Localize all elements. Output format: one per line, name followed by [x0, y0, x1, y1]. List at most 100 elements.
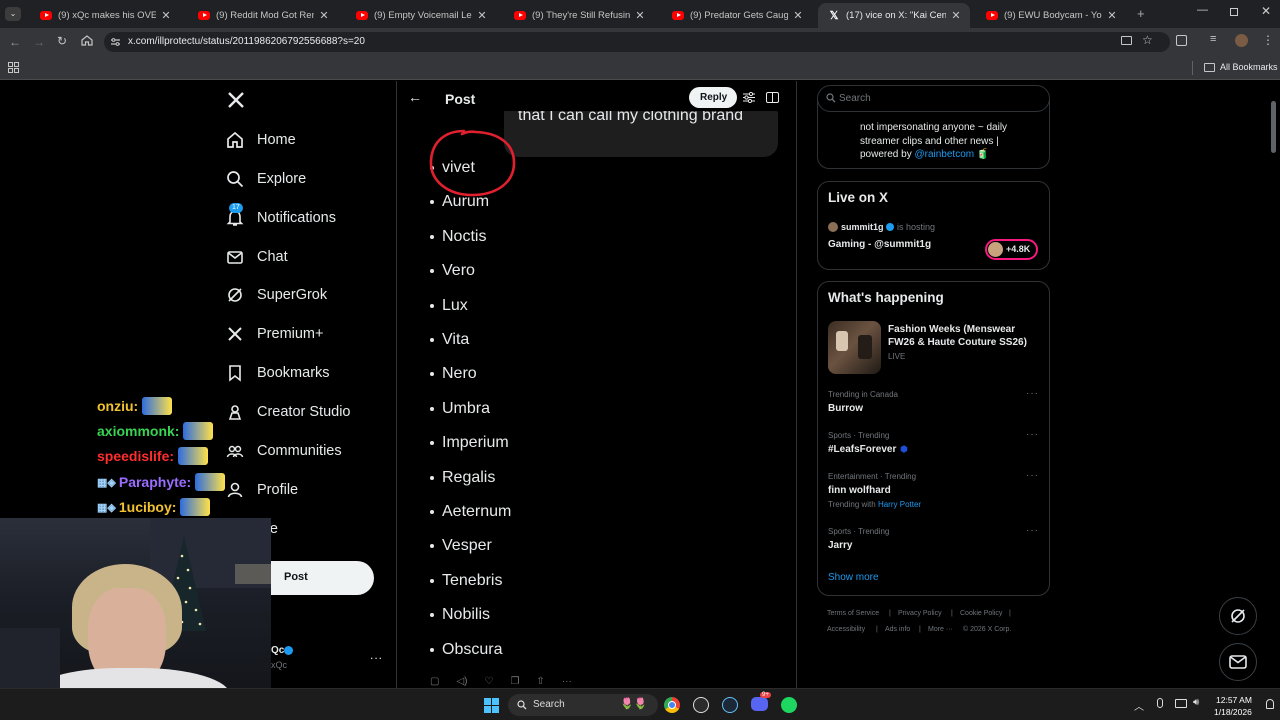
sidebar-item-profile[interactable]: Profile	[226, 478, 298, 502]
install-app-icon[interactable]	[1121, 36, 1132, 45]
tab-close-icon[interactable]: ✕	[318, 9, 330, 22]
like-icon[interactable]: ♡	[484, 676, 493, 688]
steam-icon[interactable]	[722, 697, 738, 713]
browser-tab[interactable]: 𝕏 (17) vice on X: "Kai Cenat: Israe ✕	[818, 3, 970, 28]
tab-close-icon[interactable]: ✕	[476, 9, 488, 22]
tab-close-icon[interactable]: ✕	[792, 9, 804, 22]
trend-name[interactable]: #LeafsForever	[828, 444, 896, 455]
youtube-icon	[986, 11, 998, 20]
trend-more-icon[interactable]: ···	[1026, 429, 1039, 440]
browser-tab[interactable]: (9) xQc makes his OVERWATCH ✕	[30, 3, 180, 28]
close-window-button[interactable]: ✕	[1261, 4, 1271, 18]
forward-icon[interactable]: →	[33, 35, 45, 49]
reader-view-icon[interactable]	[766, 92, 779, 103]
discord-icon[interactable]	[751, 697, 768, 711]
account-name: Qc	[271, 645, 285, 656]
host-name[interactable]: summit1g	[841, 222, 884, 232]
sidebar-item-creator-studio[interactable]: Creator Studio	[226, 400, 351, 424]
page-scrollbar[interactable]	[1271, 101, 1276, 153]
reading-list-icon[interactable]: ≡	[1210, 33, 1216, 45]
clock-date[interactable]: 1/18/2026	[1214, 707, 1252, 717]
share-icon[interactable]: ⇧	[536, 676, 544, 688]
ads-info-link[interactable]: Ads info	[885, 626, 910, 633]
spotify-icon[interactable]	[781, 697, 797, 713]
sidebar-item-notifications[interactable]: 17 Notifications	[226, 203, 336, 230]
sidebar-item-chat[interactable]: Chat	[226, 245, 288, 269]
sidebar-item-supergrok[interactable]: SuperGrok	[226, 283, 327, 307]
account-more-icon[interactable]: ...	[370, 648, 383, 662]
extensions-icon[interactable]	[1176, 35, 1187, 46]
copyright: © 2026 X Corp.	[963, 626, 1012, 633]
tab-search-button[interactable]: ⌄	[5, 7, 21, 21]
home-button-icon[interactable]	[81, 35, 93, 46]
chat-username: speedislife:	[97, 448, 175, 464]
trend-name[interactable]: Burrow	[828, 403, 863, 414]
accessibility-link[interactable]: Accessibility	[827, 626, 865, 633]
trend-subtext-link[interactable]: Harry Potter	[878, 500, 921, 509]
browser-tab[interactable]: (9) Reddit Mod Got Removed a ✕	[188, 3, 338, 28]
windows-start-icon[interactable]	[484, 698, 499, 713]
trend-more-icon[interactable]: ···	[1026, 470, 1039, 481]
trend-name[interactable]: Jarry	[828, 540, 852, 551]
account-handle: xQc	[271, 660, 288, 670]
tab-close-icon[interactable]: ✕	[634, 9, 646, 22]
privacy-link[interactable]: Privacy Policy	[898, 610, 942, 617]
new-tab-button[interactable]: +	[1137, 6, 1145, 21]
tray-chevron-icon[interactable]: ︿	[1134, 698, 1144, 713]
browser-tab[interactable]: (9) EWU Bodycam - YouTube ✕	[976, 3, 1126, 28]
messages-float-button[interactable]	[1219, 643, 1257, 681]
browser-tab[interactable]: (9) Empty Voicemail Leads to H ✕	[346, 3, 496, 28]
clock-time[interactable]: 12:57 AM	[1216, 695, 1252, 705]
filter-icon[interactable]	[743, 92, 755, 103]
show-more-link[interactable]: Show more	[828, 572, 879, 583]
apps-grid-icon[interactable]	[8, 62, 19, 73]
reload-icon[interactable]: ↻	[57, 34, 67, 48]
bookmark-star-icon[interactable]: ☆	[1142, 33, 1153, 47]
featured-thumbnail[interactable]	[828, 321, 881, 374]
more-actions-icon[interactable]: ···	[562, 676, 572, 688]
back-icon[interactable]: ←	[9, 35, 21, 49]
chrome-icon[interactable]	[664, 697, 680, 713]
list-item: Vesper	[430, 537, 492, 555]
mail-icon	[1229, 655, 1247, 669]
bio-link[interactable]: @rainbetcom	[914, 149, 974, 160]
sidebar-item-home[interactable]: Home	[226, 128, 296, 152]
trend-more-icon[interactable]: ···	[1026, 525, 1039, 536]
volume-icon[interactable]: ◁)	[456, 676, 467, 688]
all-bookmarks-link[interactable]: All Bookmarks	[1220, 62, 1278, 72]
sidebar-item-label: Communities	[257, 443, 342, 459]
tab-close-icon[interactable]: ✕	[160, 9, 172, 22]
avatar[interactable]	[1235, 34, 1248, 47]
sidebar-item-communities[interactable]: Communities	[226, 439, 342, 463]
terms-link[interactable]: Terms of Service	[827, 610, 879, 617]
tab-close-icon[interactable]: ✕	[950, 9, 962, 22]
network-icon[interactable]	[1175, 699, 1187, 708]
chrome-menu-icon[interactable]: ⋮	[1262, 33, 1274, 47]
featured-title[interactable]: Fashion Weeks (Menswear FW26 & Haute Cou…	[888, 323, 1038, 349]
maximize-button[interactable]	[1230, 8, 1238, 16]
browser-tab[interactable]: (9) They're Still Refusing to Rel ✕	[504, 3, 654, 28]
sidebar-item-premium[interactable]: Premium+	[226, 322, 323, 346]
microphone-icon[interactable]	[1157, 698, 1163, 708]
cookie-link[interactable]: Cookie Policy	[960, 610, 1002, 617]
more-link[interactable]: More ···	[928, 626, 953, 633]
stream-title[interactable]: Gaming - @summit1g	[828, 239, 931, 250]
copy-icon[interactable]: ❐	[510, 676, 519, 688]
tab-close-icon[interactable]: ✕	[1106, 9, 1118, 22]
trend-more-icon[interactable]: ···	[1026, 388, 1039, 399]
chat-username: Paraphyte:	[118, 474, 192, 490]
grok-float-button[interactable]	[1219, 597, 1257, 635]
site-info-icon[interactable]	[110, 37, 121, 47]
sidebar-item-bookmarks[interactable]: Bookmarks	[226, 361, 330, 385]
list-item-text: Vero	[442, 262, 475, 280]
x-logo-icon[interactable]	[227, 91, 245, 109]
obs-icon[interactable]	[693, 697, 709, 713]
volume-icon[interactable]: 🔊︎	[1193, 697, 1199, 708]
reply-icon[interactable]: ▢	[430, 676, 439, 688]
sidebar-item-explore[interactable]: Explore	[226, 167, 306, 191]
trend-name[interactable]: finn wolfhard	[828, 485, 891, 496]
notification-bell-icon[interactable]	[1266, 699, 1274, 709]
minimize-button[interactable]: —	[1197, 4, 1208, 16]
browser-tab[interactable]: (9) Predator Gets Caught in the ✕	[662, 3, 812, 28]
back-arrow-icon[interactable]: ←	[408, 89, 422, 105]
